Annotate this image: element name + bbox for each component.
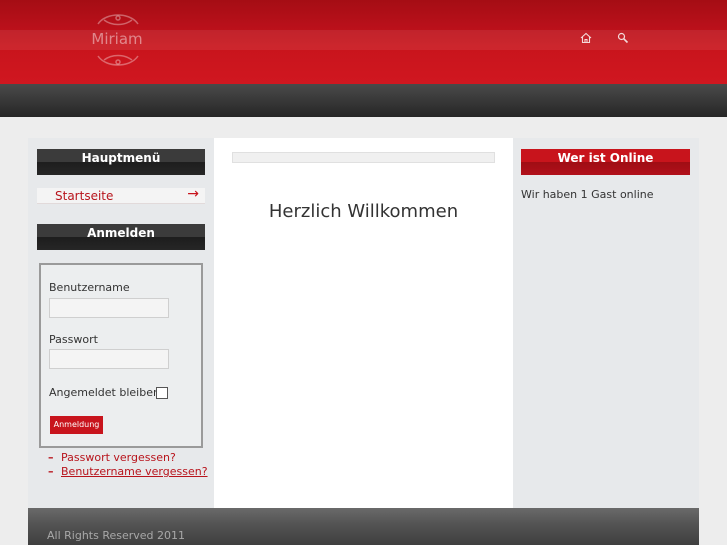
site-header: Miriam (0, 0, 727, 84)
home-icon[interactable] (580, 32, 592, 44)
password-input[interactable] (49, 349, 169, 369)
welcome-heading: Herzlich Willkommen (268, 201, 459, 222)
left-sidebar: Hauptmenü Startseite → Anmelden Benutzer… (28, 138, 214, 508)
right-sidebar: Wer ist Online Wir haben 1 Gast online (513, 138, 699, 508)
bullet-dash-icon: – (48, 465, 54, 478)
forgot-username-text[interactable]: Benutzername vergessen? (61, 465, 208, 478)
password-label: Passwort (49, 333, 98, 346)
menu-item-label[interactable]: Startseite (55, 189, 113, 203)
online-count-text: Wir haben 1 Gast online (521, 188, 654, 201)
remember-me-checkbox[interactable] (156, 387, 168, 399)
login-button[interactable]: Anmeldung (50, 416, 103, 434)
center-column: Herzlich Willkommen (214, 138, 513, 508)
who-is-online-heading: Wer ist Online (521, 149, 690, 175)
forgot-password-text[interactable]: Passwort vergessen? (61, 451, 176, 464)
content-title-bar (232, 152, 495, 163)
login-form: Benutzername Passwort Angemeldet bleiben… (39, 263, 203, 448)
username-input[interactable] (49, 298, 169, 318)
main-menu-heading: Hauptmenü (37, 149, 205, 175)
navigation-bar (0, 84, 727, 117)
logo-text: Miriam (91, 30, 143, 48)
remember-me-label: Angemeldet bleiben (49, 386, 160, 399)
arrow-right-icon: → (187, 186, 199, 202)
login-heading: Anmelden (37, 224, 205, 250)
site-logo[interactable]: Miriam (86, 6, 150, 70)
username-label: Benutzername (49, 281, 130, 294)
site-footer: All Rights Reserved 2011 (28, 508, 699, 545)
copyright-text: All Rights Reserved 2011 (47, 529, 186, 542)
search-icon[interactable] (617, 32, 629, 44)
main-content: Hauptmenü Startseite → Anmelden Benutzer… (28, 138, 699, 508)
bullet-dash-icon: – (48, 451, 54, 464)
menu-item-startseite[interactable]: Startseite → (37, 186, 205, 204)
